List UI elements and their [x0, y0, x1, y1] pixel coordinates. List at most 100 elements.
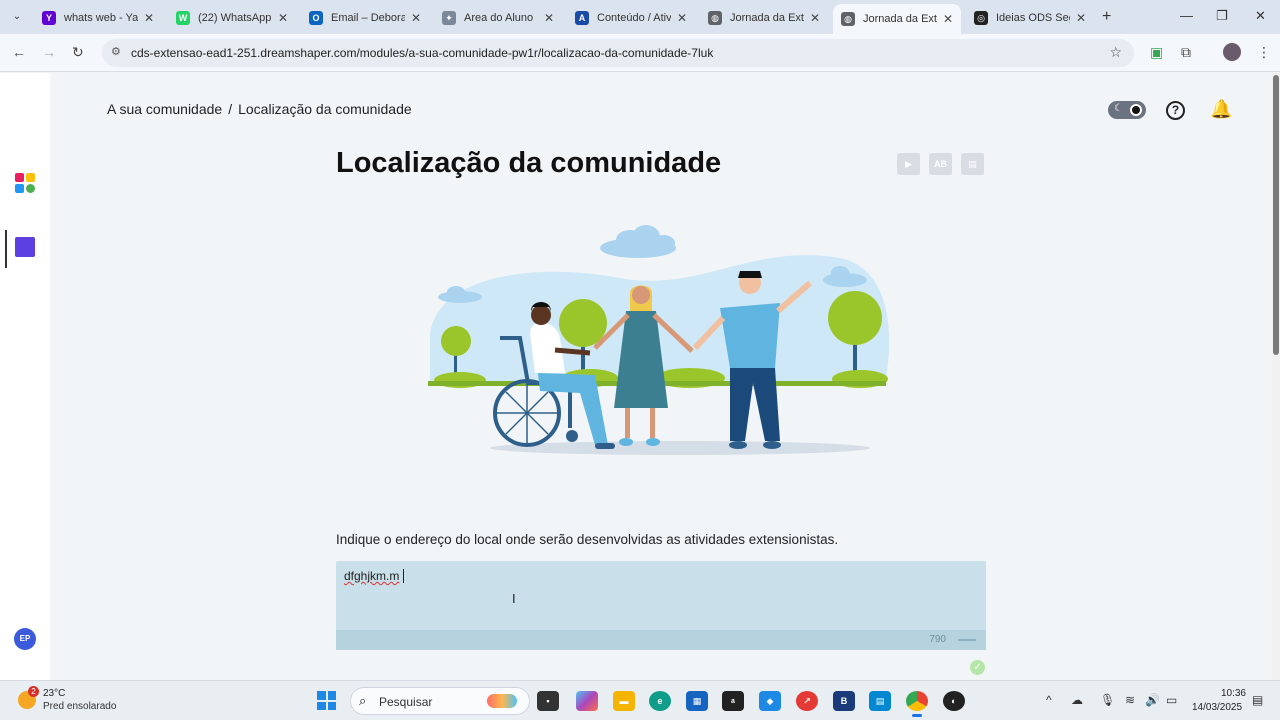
openai-favicon-icon: ◎: [974, 11, 988, 25]
close-tab-icon[interactable]: ✕: [943, 12, 953, 26]
help-icon[interactable]: ?: [1166, 101, 1185, 120]
forward-icon[interactable]: →: [42, 44, 56, 60]
new-tab-icon[interactable]: +: [1102, 8, 1111, 26]
browser-tab[interactable]: ◎ Ideias ODS Segu ✕: [966, 4, 1094, 32]
module-icon[interactable]: [15, 237, 35, 257]
dark-mode-toggle[interactable]: ☾: [1108, 101, 1146, 119]
document-mode-icon[interactable]: ▤: [961, 153, 984, 175]
microphone-icon[interactable]: 🎙: [1100, 693, 1115, 707]
globe-favicon-icon: ◍: [708, 11, 722, 25]
copilot-icon[interactable]: [576, 691, 598, 711]
weather-description[interactable]: Pred ensolarado: [43, 701, 116, 712]
browser-toolbar: ← → ↻ ⚙ cds-extensao-ead1-251.dreamshape…: [0, 34, 1280, 72]
site-info-icon[interactable]: ⚙: [111, 45, 121, 58]
browser-tab-strip: ⌄ Y whats web - Yah ✕ W (22) WhatsApp B …: [0, 0, 1280, 34]
answer-footer: 790: [336, 630, 986, 650]
bookmark-star-icon[interactable]: ☆: [1109, 44, 1122, 61]
tray-chevron-icon[interactable]: ^: [1046, 693, 1052, 707]
close-tab-icon[interactable]: ✕: [1076, 11, 1086, 25]
tab-title: Jornada da Exter: [863, 13, 937, 25]
content-mode-switcher: ▶ AB ▤: [897, 153, 984, 175]
tab-title: (22) WhatsApp B: [198, 12, 272, 24]
minimize-icon[interactable]: —: [1180, 8, 1193, 23]
windows-taskbar: 2 23°C Pred ensolarado ⌕ Pesquisar ▪ ▬ e…: [0, 680, 1280, 720]
extension-green-icon[interactable]: ▣: [1150, 44, 1163, 61]
app-content: EP A sua comunidade / Localização da comun…: [0, 73, 1272, 680]
video-mode-icon[interactable]: ▶: [897, 153, 920, 175]
url-text[interactable]: cds-extensao-ead1-251.dreamshaper.com/mo…: [131, 46, 713, 60]
browser-menu-icon[interactable]: ⋮: [1257, 44, 1271, 61]
tab-title: Area do Aluno: [464, 12, 534, 24]
tab-title: Email – Debora C: [331, 12, 405, 24]
answer-text-value[interactable]: dfghjkm.m: [344, 569, 399, 583]
browser-tab[interactable]: A Conteúdo / Ativi ✕: [567, 4, 695, 32]
close-tab-icon[interactable]: ✕: [411, 11, 421, 25]
battery-icon[interactable]: ▭: [1166, 693, 1177, 707]
browser-tab[interactable]: O Email – Debora C ✕: [301, 4, 429, 32]
browser-tab-active[interactable]: ◍ Jornada da Exter ✕: [833, 4, 961, 34]
close-tab-icon[interactable]: ✕: [544, 11, 554, 25]
character-counter: 790: [929, 634, 946, 645]
counter-progress-icon: [958, 639, 976, 641]
back-icon[interactable]: ←: [12, 44, 26, 60]
file-explorer-icon[interactable]: ▬: [613, 691, 635, 711]
ava-favicon-icon: A: [575, 11, 589, 25]
outlook-app-icon[interactable]: ▤: [869, 691, 891, 711]
app-b-icon[interactable]: B: [833, 691, 855, 711]
area-aluno-favicon-icon: ✦: [442, 11, 456, 25]
scrollbar-thumb[interactable]: [1273, 75, 1279, 355]
breadcrumb-parent-link[interactable]: A sua comunidade: [107, 101, 222, 117]
browser-tab[interactable]: Y whats web - Yah ✕: [34, 4, 162, 32]
answer-textarea[interactable]: dfghjkm.m 790: [336, 561, 986, 650]
clock-date[interactable]: 14/03/2025: [1192, 702, 1242, 713]
app-red-icon[interactable]: ↗: [796, 691, 818, 711]
search-placeholder: Pesquisar: [379, 695, 433, 709]
community-illustration: [428, 225, 890, 455]
wifi-icon[interactable]: ≋: [1125, 693, 1135, 707]
windows-start-icon[interactable]: [317, 691, 336, 710]
clock-time[interactable]: 10:36: [1218, 688, 1246, 699]
breadcrumb: A sua comunidade / Localização da comunida…: [107, 101, 412, 117]
onedrive-icon[interactable]: ☁: [1071, 693, 1083, 707]
breadcrumb-current: Localização da comunidade: [238, 101, 412, 117]
moon-icon: ☾: [1114, 103, 1123, 114]
extensions-puzzle-icon[interactable]: ⧉: [1181, 44, 1191, 61]
taskbar-search[interactable]: ⌕ Pesquisar: [350, 687, 530, 715]
media-app-icon[interactable]: ◐: [943, 691, 965, 711]
reload-icon[interactable]: ↻: [72, 44, 84, 61]
dreamshaper-logo-icon[interactable]: [15, 173, 35, 193]
text-mode-icon[interactable]: AB: [929, 153, 952, 175]
chrome-icon[interactable]: [906, 691, 928, 717]
amazon-icon[interactable]: a: [722, 691, 744, 711]
search-highlight-icon: [487, 694, 517, 708]
browser-tab[interactable]: W (22) WhatsApp B ✕: [168, 4, 296, 32]
address-bar[interactable]: ⚙ cds-extensao-ead1-251.dreamshaper.com/…: [102, 39, 1134, 67]
browser-tab[interactable]: ◍ Jornada da Exter ✕: [700, 4, 828, 32]
close-window-icon[interactable]: ✕: [1255, 8, 1266, 24]
yahoo-favicon-icon: Y: [42, 11, 56, 25]
profile-avatar[interactable]: [1223, 43, 1241, 61]
tab-title: Ideias ODS Segu: [996, 12, 1070, 24]
close-tab-icon[interactable]: ✕: [810, 11, 820, 25]
globe-favicon-icon: ◍: [841, 12, 855, 26]
page-scrollbar[interactable]: [1272, 73, 1280, 680]
close-tab-icon[interactable]: ✕: [278, 11, 288, 25]
task-view-icon[interactable]: ▪: [537, 691, 559, 711]
dropbox-icon[interactable]: ◆: [759, 691, 781, 711]
tab-search-chevron-icon[interactable]: ⌄: [8, 9, 26, 25]
user-avatar[interactable]: EP: [14, 628, 36, 650]
edge-icon[interactable]: e: [649, 691, 671, 711]
page-title: Localização da comunidade: [336, 147, 722, 179]
close-tab-icon[interactable]: ✕: [677, 11, 687, 25]
volume-icon[interactable]: 🔊: [1145, 693, 1160, 707]
browser-tab[interactable]: ✦ Area do Aluno ✕: [434, 4, 562, 32]
weather-temperature[interactable]: 23°C: [43, 688, 65, 699]
restore-icon[interactable]: ❐: [1216, 8, 1228, 24]
close-tab-icon[interactable]: ✕: [144, 11, 154, 25]
notifications-icon[interactable]: ▤: [1252, 693, 1263, 707]
notification-bell-icon[interactable]: 🔔: [1210, 99, 1232, 120]
breadcrumb-separator: /: [228, 101, 233, 117]
outlook-favicon-icon: O: [309, 11, 323, 25]
store-icon[interactable]: ▦: [686, 691, 708, 711]
toggle-knob: [1130, 104, 1142, 116]
